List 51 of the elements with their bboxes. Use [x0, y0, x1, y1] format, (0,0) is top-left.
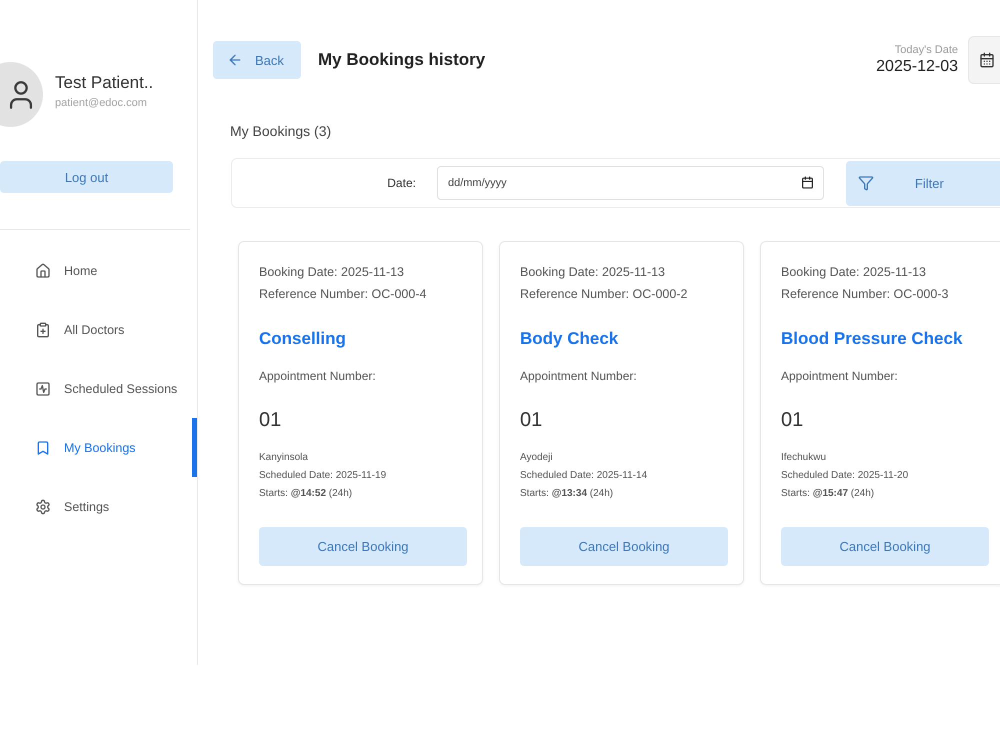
user-email: patient@edoc.com [55, 96, 147, 110]
filter-icon [858, 175, 874, 191]
logout-button[interactable]: Log out [0, 161, 173, 193]
today-date: 2025-12-03 [876, 58, 958, 76]
sidebar-nav-item[interactable]: Settings [0, 477, 197, 536]
page-title: My Bookings history [318, 50, 486, 70]
start-time: Starts: @14:52 (24h) [259, 487, 352, 501]
booking-date: Booking Date: 2025-11-13 [520, 264, 666, 281]
appointment-number: 01 [781, 408, 804, 432]
appointment-number: 01 [259, 408, 282, 432]
appointment-label: Appointment Number: [781, 368, 898, 385]
settings-icon [35, 498, 51, 514]
doctor-name: Ayodeji [520, 451, 553, 465]
sidebar-nav-item[interactable]: My Bookings [0, 418, 197, 477]
back-button[interactable]: Back [213, 41, 301, 79]
scheduled-date: Scheduled Date: 2025-11-14 [520, 469, 648, 483]
date-field[interactable]: dd/mm/yyyy [436, 166, 824, 200]
sidebar-nav-item[interactable]: All Doctors [0, 300, 197, 359]
appointment-label: Appointment Number: [259, 368, 376, 385]
session-title: Body Check [520, 328, 618, 350]
cancel-booking-button[interactable]: Cancel Booking [781, 527, 989, 566]
appointment-label: Appointment Number: [520, 368, 637, 385]
reference-number: Reference Number: OC-000-4 [259, 286, 426, 303]
appointment-number: 01 [520, 408, 542, 432]
sidebar-nav-item[interactable]: Home [0, 241, 197, 300]
doctor-name: Kanyinsola [259, 451, 308, 465]
booking-date: Booking Date: 2025-11-13 [259, 264, 404, 281]
cancel-booking-button[interactable]: Cancel Booking [520, 527, 728, 566]
filter-button[interactable]: Filter [846, 160, 1000, 206]
reference-number: Reference Number: OC-000-2 [520, 286, 688, 303]
clipboard-plus-icon [35, 322, 51, 338]
calendar-icon[interactable] [800, 176, 814, 189]
start-time: Starts: @15:47 (24h) [781, 487, 874, 501]
reference-number: Reference Number: OC-000-3 [781, 286, 948, 303]
session-title: Blood Pressure Check [781, 328, 962, 350]
doctor-name: Ifechukwu [781, 451, 826, 465]
scheduled-date: Scheduled Date: 2025-11-20 [781, 469, 908, 483]
scheduled-date: Scheduled Date: 2025-11-19 [259, 469, 386, 483]
pulse-square-icon [35, 380, 51, 396]
user-name: Test Patient.. [55, 72, 154, 94]
session-title: Conselling [259, 328, 346, 350]
bookmark-icon [35, 440, 51, 456]
date-label: Date: [386, 176, 416, 190]
sidebar-nav-item[interactable]: Scheduled Sessions [0, 359, 197, 418]
cancel-booking-button[interactable]: Cancel Booking [259, 527, 467, 566]
start-time: Starts: @13:34 (24h) [520, 487, 614, 501]
today-label: Today's Date [894, 44, 958, 56]
calendar-icon [979, 52, 995, 68]
bookings-heading: My Bookings (3) [230, 123, 332, 139]
home-icon [35, 262, 51, 278]
booking-date: Booking Date: 2025-11-13 [781, 264, 926, 281]
